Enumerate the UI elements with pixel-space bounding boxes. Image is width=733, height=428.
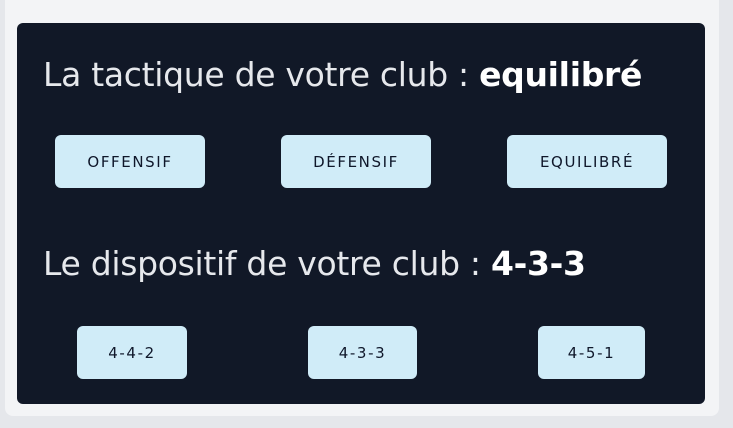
tactic-offensif-button[interactable]: OFFENSIF [55,135,205,188]
tactic-heading: La tactique de votre club : equilibré [43,55,642,94]
formation-heading-label: Le dispositif de votre club : [43,244,491,283]
tactic-current-value: equilibré [479,55,643,94]
formation-442-button[interactable]: 4-4-2 [77,326,187,379]
tactic-heading-label: La tactique de votre club : [43,55,480,94]
tactic-defensif-button[interactable]: DÉFENSIF [281,135,431,188]
club-settings-panel: La tactique de votre club : equilibré OF… [17,23,705,404]
tactic-equilibre-button[interactable]: EQUILIBRÉ [507,135,667,188]
formation-451-button[interactable]: 4-5-1 [538,326,645,379]
formation-current-value: 4-3-3 [490,244,586,283]
formation-heading: Le dispositif de votre club : 4-3-3 [43,244,586,283]
formation-433-button[interactable]: 4-3-3 [308,326,417,379]
